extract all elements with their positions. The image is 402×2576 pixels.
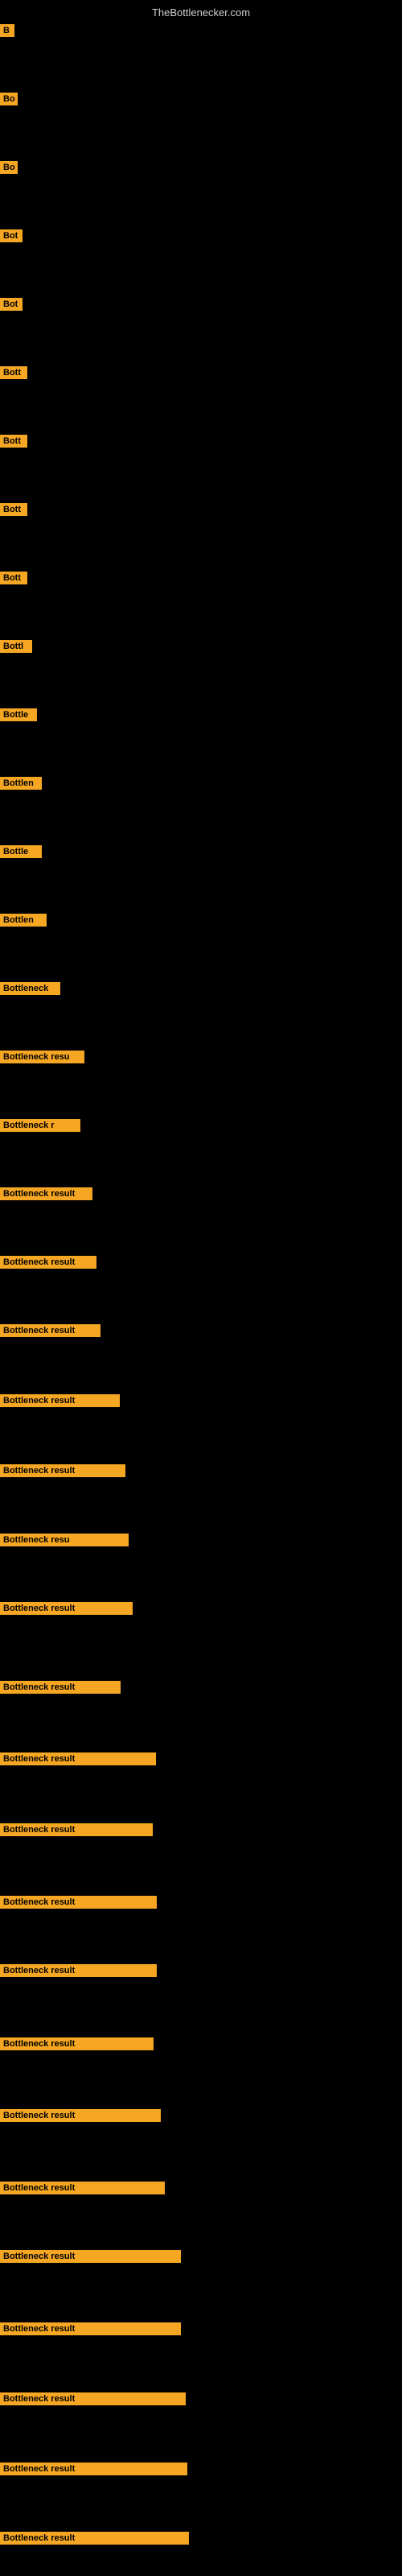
bottleneck-label-2: Bo — [0, 93, 18, 105]
site-title: TheBottlenecker.com — [152, 6, 250, 19]
bottleneck-label-25: Bottleneck result — [0, 1681, 121, 1694]
bottleneck-label-36: Bottleneck result — [0, 2462, 187, 2475]
bottleneck-label-12: Bottlen — [0, 777, 42, 790]
bottleneck-label-11: Bottle — [0, 708, 37, 721]
bottleneck-label-26: Bottleneck result — [0, 1752, 156, 1765]
bottleneck-label-1: B — [0, 24, 14, 37]
bottleneck-label-8: Bott — [0, 503, 27, 516]
bottleneck-label-29: Bottleneck result — [0, 1964, 157, 1977]
bottleneck-label-35: Bottleneck result — [0, 2392, 186, 2405]
bottleneck-label-22: Bottleneck result — [0, 1464, 125, 1477]
bottleneck-label-9: Bott — [0, 572, 27, 584]
bottleneck-label-7: Bott — [0, 435, 27, 448]
bottleneck-label-28: Bottleneck result — [0, 1896, 157, 1909]
bottleneck-label-6: Bott — [0, 366, 27, 379]
bottleneck-label-30: Bottleneck result — [0, 2037, 154, 2050]
bottleneck-label-5: Bot — [0, 298, 23, 311]
bottleneck-label-13: Bottle — [0, 845, 42, 858]
bottleneck-label-20: Bottleneck result — [0, 1324, 100, 1337]
bottleneck-label-37: Bottleneck result — [0, 2532, 189, 2545]
bottleneck-label-10: Bottl — [0, 640, 32, 653]
bottleneck-label-32: Bottleneck result — [0, 2182, 165, 2194]
bottleneck-label-27: Bottleneck result — [0, 1823, 153, 1836]
bottleneck-label-17: Bottleneck r — [0, 1119, 80, 1132]
bottleneck-label-23: Bottleneck resu — [0, 1534, 129, 1546]
bottleneck-label-24: Bottleneck result — [0, 1602, 133, 1615]
bottleneck-label-21: Bottleneck result — [0, 1394, 120, 1407]
bottleneck-label-15: Bottleneck — [0, 982, 60, 995]
bottleneck-label-4: Bot — [0, 229, 23, 242]
bottleneck-label-34: Bottleneck result — [0, 2322, 181, 2335]
bottleneck-label-19: Bottleneck result — [0, 1256, 96, 1269]
bottleneck-label-18: Bottleneck result — [0, 1187, 92, 1200]
bottleneck-label-16: Bottleneck resu — [0, 1051, 84, 1063]
bottleneck-label-33: Bottleneck result — [0, 2250, 181, 2263]
bottleneck-label-3: Bo — [0, 161, 18, 174]
bottleneck-label-31: Bottleneck result — [0, 2109, 161, 2122]
bottleneck-label-14: Bottlen — [0, 914, 47, 927]
